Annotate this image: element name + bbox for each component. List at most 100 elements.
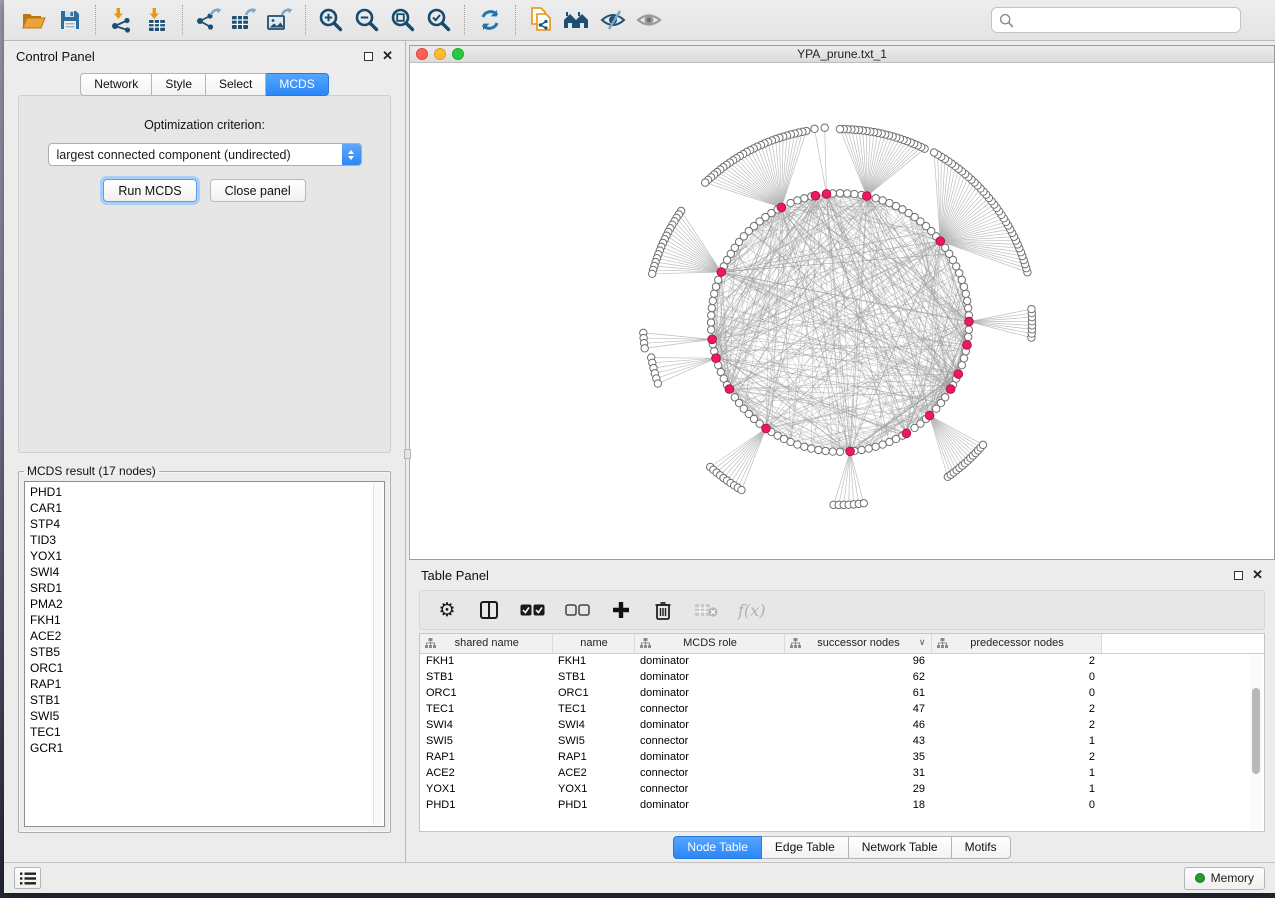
table-cell[interactable]: 1: [931, 733, 1101, 749]
open-session-button[interactable]: [16, 4, 52, 36]
mcds-result-item[interactable]: TEC1: [30, 724, 384, 740]
mcds-result-item[interactable]: SRD1: [30, 580, 384, 596]
network-node[interactable]: [879, 197, 886, 204]
table-scrollbar-thumb[interactable]: [1252, 688, 1260, 774]
table-cell[interactable]: 31: [784, 765, 931, 781]
network-node[interactable]: [794, 441, 801, 448]
mcds-node[interactable]: [708, 335, 717, 344]
network-node[interactable]: [801, 195, 808, 202]
table-settings-button[interactable]: ⚙: [436, 597, 458, 623]
close-panel-icon[interactable]: ✕: [382, 51, 393, 61]
table-row[interactable]: STB1STB1dominator620: [420, 669, 1264, 685]
table-cell[interactable]: ORC1: [420, 685, 552, 701]
export-image-button[interactable]: [262, 4, 298, 36]
network-node[interactable]: [801, 443, 808, 450]
table-scrollbar[interactable]: [1250, 654, 1262, 829]
network-node[interactable]: [794, 197, 801, 204]
table-cell[interactable]: 2: [931, 717, 1101, 733]
table-cell[interactable]: 0: [931, 669, 1101, 685]
mcds-node[interactable]: [846, 447, 855, 456]
table-cell[interactable]: TEC1: [552, 701, 634, 717]
import-table-button[interactable]: [139, 4, 175, 36]
mcds-result-item[interactable]: FKH1: [30, 612, 384, 628]
network-node[interactable]: [879, 441, 886, 448]
zoom-fit-button[interactable]: [385, 4, 421, 36]
network-node[interactable]: [844, 190, 851, 197]
mcds-result-item[interactable]: SWI4: [30, 564, 384, 580]
table-cell[interactable]: SWI4: [420, 717, 552, 733]
table-row[interactable]: TEC1TEC1connector472: [420, 701, 1264, 717]
mcds-node[interactable]: [712, 354, 721, 363]
table-cell[interactable]: ORC1: [552, 685, 634, 701]
table-row[interactable]: FKH1FKH1dominator962: [420, 653, 1264, 669]
mcds-result-item[interactable]: ORC1: [30, 660, 384, 676]
table-cell[interactable]: ACE2: [420, 765, 552, 781]
network-canvas[interactable]: [410, 63, 1274, 559]
function-builder-button[interactable]: f(x): [738, 597, 765, 623]
table-row[interactable]: ORC1ORC1dominator610: [420, 685, 1264, 701]
table-row[interactable]: SWI5SWI5connector431: [420, 733, 1264, 749]
mcds-result-item[interactable]: CAR1: [30, 500, 384, 516]
memory-button[interactable]: Memory: [1184, 867, 1265, 890]
network-node[interactable]: [811, 125, 818, 132]
table-cell[interactable]: connector: [634, 701, 784, 717]
table-cell[interactable]: 62: [784, 669, 931, 685]
mcds-result-list[interactable]: PHD1CAR1STP4TID3YOX1SWI4SRD1PMA2FKH1ACE2…: [24, 481, 385, 827]
tab-select[interactable]: Select: [206, 73, 266, 96]
optimization-criterion-select[interactable]: largest connected component (undirected): [48, 143, 362, 166]
zoom-in-button[interactable]: [313, 4, 349, 36]
network-node[interactable]: [708, 326, 715, 333]
network-node[interactable]: [654, 380, 661, 387]
mcds-node[interactable]: [725, 385, 734, 394]
network-node[interactable]: [964, 297, 971, 304]
export-network-button[interactable]: [190, 4, 226, 36]
network-node[interactable]: [738, 486, 745, 493]
table-row[interactable]: SWI4SWI4dominator462: [420, 717, 1264, 733]
network-node[interactable]: [965, 333, 972, 340]
table-cell[interactable]: dominator: [634, 749, 784, 765]
network-node[interactable]: [942, 394, 949, 401]
network-node[interactable]: [960, 355, 967, 362]
network-node[interactable]: [958, 276, 965, 283]
split-divider-handle[interactable]: [404, 449, 411, 459]
network-node[interactable]: [821, 124, 828, 131]
mcds-result-item[interactable]: PMA2: [30, 596, 384, 612]
network-node[interactable]: [808, 445, 815, 452]
network-node[interactable]: [872, 443, 879, 450]
delete-table-button[interactable]: [694, 597, 718, 623]
mcds-node[interactable]: [717, 268, 726, 277]
network-node[interactable]: [965, 326, 972, 333]
select-all-button[interactable]: [520, 597, 545, 623]
column-header-shared-name[interactable]: shared name: [420, 634, 552, 653]
table-cell[interactable]: connector: [634, 733, 784, 749]
network-node[interactable]: [787, 199, 794, 206]
mcds-result-item[interactable]: RAP1: [30, 676, 384, 692]
table-cell[interactable]: SWI4: [552, 717, 634, 733]
table-cell[interactable]: YOX1: [552, 781, 634, 797]
network-node[interactable]: [865, 445, 872, 452]
show-all-button[interactable]: [631, 4, 667, 36]
mcds-node[interactable]: [963, 341, 972, 350]
table-cell[interactable]: SWI5: [420, 733, 552, 749]
mcds-node[interactable]: [902, 429, 911, 438]
table-cell[interactable]: dominator: [634, 669, 784, 685]
export-table-button[interactable]: [226, 4, 262, 36]
mcds-result-item[interactable]: GCR1: [30, 740, 384, 756]
table-cell[interactable]: 18: [784, 797, 931, 813]
table-cell[interactable]: dominator: [634, 685, 784, 701]
mcds-node[interactable]: [777, 203, 786, 212]
network-node[interactable]: [822, 447, 829, 454]
table-cell[interactable]: FKH1: [420, 653, 552, 669]
mcds-result-item[interactable]: PHD1: [30, 484, 384, 500]
mcds-result-item[interactable]: STB5: [30, 644, 384, 660]
first-neighbors-button[interactable]: [559, 4, 595, 36]
network-node[interactable]: [930, 149, 937, 156]
network-node[interactable]: [979, 441, 986, 448]
mcds-node[interactable]: [925, 411, 934, 420]
run-mcds-button[interactable]: Run MCDS: [103, 179, 196, 202]
network-node[interactable]: [829, 448, 836, 455]
table-cell[interactable]: STB1: [420, 669, 552, 685]
network-node[interactable]: [836, 190, 843, 197]
mcds-node[interactable]: [822, 190, 831, 199]
table-cell[interactable]: 61: [784, 685, 931, 701]
